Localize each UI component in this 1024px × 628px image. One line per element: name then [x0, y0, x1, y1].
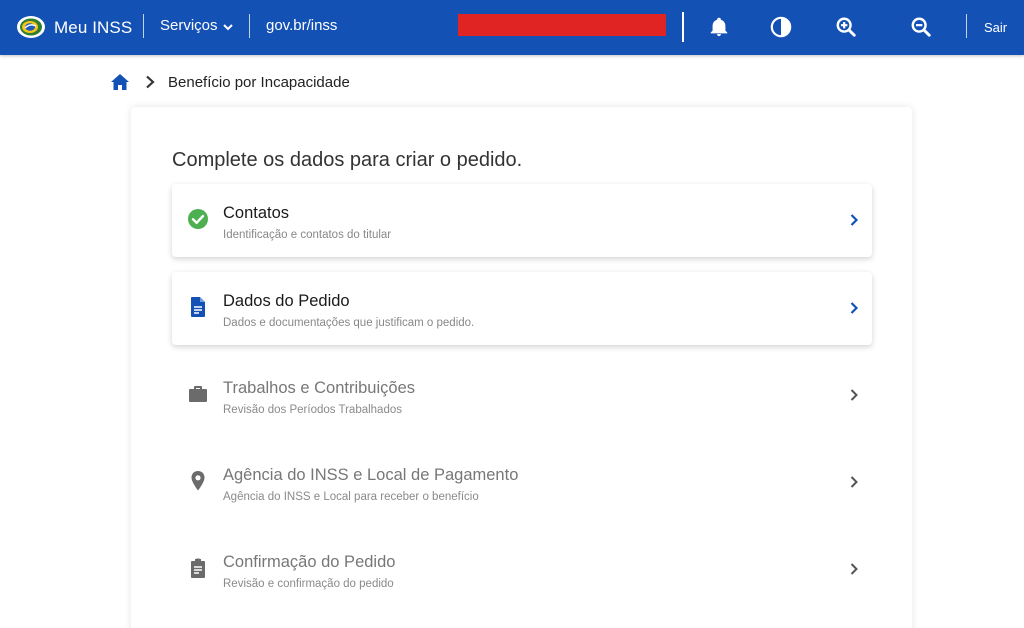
divider [682, 12, 684, 42]
step-trabalhos-e-contribuicoes[interactable]: Trabalhos e Contribuições Revisão dos Pe… [172, 359, 872, 432]
step-title: Dados do Pedido [223, 292, 350, 310]
briefcase-icon [187, 383, 209, 405]
step-agencia-e-local-de-pagamento[interactable]: Agência do INSS e Local de Pagamento Agê… [172, 446, 872, 519]
document-icon [187, 296, 209, 318]
breadcrumb-current: Benefício por Incapacidade [168, 73, 350, 91]
step-title: Confirmação do Pedido [223, 553, 396, 571]
breadcrumb: Benefício por Incapacidade [110, 72, 350, 92]
bell-icon[interactable] [708, 16, 730, 38]
step-title: Contatos [223, 204, 290, 222]
step-subtitle: Revisão dos Períodos Trabalhados [223, 404, 402, 416]
clipboard-icon [187, 557, 209, 579]
chevron-down-icon [222, 23, 233, 30]
chevron-right-icon [144, 75, 156, 89]
top-navigation-bar: Meu INSS Serviços gov.br/inss Sair [0, 0, 1024, 55]
chevron-right-icon [849, 213, 859, 227]
request-form-card: Complete os dados para criar o pedido. C… [131, 107, 912, 628]
redacted-user-name [458, 14, 666, 36]
step-title: Trabalhos e Contribuições [223, 379, 415, 397]
services-menu[interactable]: Serviços [160, 17, 234, 34]
inss-logo-icon[interactable] [16, 14, 46, 40]
step-subtitle: Agência do INSS e Local para receber o b… [223, 491, 479, 503]
gov-link[interactable]: gov.br/inss [266, 17, 337, 34]
home-icon[interactable] [110, 73, 130, 91]
chevron-right-icon [849, 301, 859, 315]
step-title: Agência do INSS e Local de Pagamento [223, 466, 519, 484]
check-circle-icon [187, 208, 209, 230]
contrast-icon[interactable] [770, 16, 792, 38]
logout-button[interactable]: Sair [984, 20, 1007, 35]
step-contatos[interactable]: Contatos Identificação e contatos do tit… [172, 184, 872, 257]
step-subtitle: Dados e documentações que justificam o p… [223, 317, 475, 329]
step-subtitle: Revisão e confirmação do pedido [223, 578, 394, 590]
chevron-right-icon [849, 388, 859, 402]
chevron-right-icon [849, 475, 859, 489]
divider [143, 14, 144, 38]
divider [249, 14, 250, 38]
map-pin-icon [187, 470, 209, 492]
zoom-out-icon[interactable] [910, 16, 932, 38]
zoom-in-icon[interactable] [835, 16, 857, 38]
step-subtitle: Identificação e contatos do titular [223, 229, 392, 241]
page-title: Complete os dados para criar o pedido. [172, 149, 523, 171]
chevron-right-icon [849, 562, 859, 576]
app-title[interactable]: Meu INSS [54, 18, 132, 38]
services-menu-label: Serviços [160, 17, 218, 34]
step-confirmacao-do-pedido[interactable]: Confirmação do Pedido Revisão e confirma… [172, 533, 872, 606]
step-dados-do-pedido[interactable]: Dados do Pedido Dados e documentações qu… [172, 272, 872, 345]
divider [966, 14, 967, 38]
